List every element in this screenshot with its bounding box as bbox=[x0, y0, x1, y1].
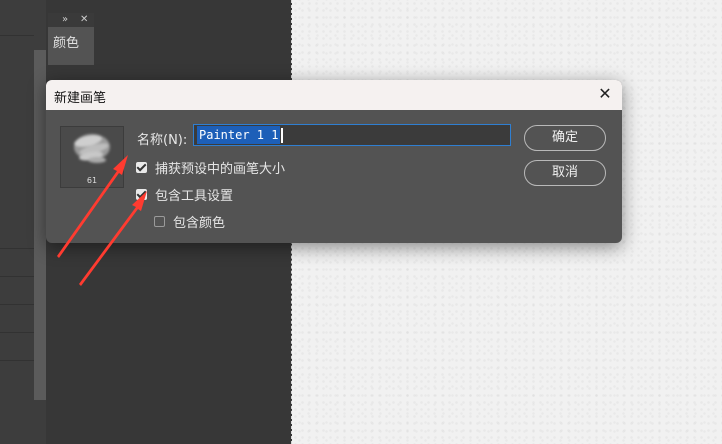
name-label: 名称(N): bbox=[137, 133, 188, 148]
option-label: 捕获预设中的画笔大小 bbox=[155, 162, 286, 177]
brush-name-input[interactable]: Painter 1 1 bbox=[193, 124, 511, 146]
panel-divider bbox=[0, 332, 34, 333]
option-label: 包含工具设置 bbox=[155, 189, 234, 204]
dialog-titlebar[interactable]: 新建画笔 ✕ bbox=[46, 80, 622, 110]
checkbox-include-color[interactable] bbox=[154, 216, 165, 227]
color-panel-label[interactable]: 颜色 bbox=[48, 27, 94, 56]
panel-divider bbox=[0, 35, 34, 36]
text-caret bbox=[281, 128, 284, 143]
option-capture-size[interactable]: 捕获预设中的画笔大小 bbox=[136, 158, 285, 177]
panel-divider bbox=[0, 248, 34, 249]
dialog-title: 新建画笔 bbox=[54, 91, 107, 106]
brush-size-label: 61 bbox=[86, 176, 98, 185]
checkbox-include-tool-settings[interactable] bbox=[136, 189, 147, 200]
panel-divider bbox=[0, 304, 34, 305]
brush-stroke-icon bbox=[74, 134, 110, 163]
panel-divider bbox=[0, 360, 34, 361]
color-panel[interactable]: » ✕ 颜色 bbox=[48, 13, 94, 65]
close-icon[interactable]: ✕ bbox=[80, 13, 88, 27]
new-brush-dialog: 新建画笔 ✕ 61 名称(N): Painter 1 1 捕获预设中的画笔大小 … bbox=[46, 80, 622, 243]
ok-button[interactable]: 确定 bbox=[524, 125, 606, 151]
option-include-tool-settings[interactable]: 包含工具设置 bbox=[136, 185, 233, 204]
checkbox-capture-size[interactable] bbox=[136, 162, 147, 173]
left-panel-scrollbar[interactable] bbox=[34, 50, 46, 400]
selected-text: Painter 1 1 bbox=[197, 126, 281, 144]
close-icon[interactable]: ✕ bbox=[596, 85, 614, 103]
option-include-color[interactable]: 包含颜色 bbox=[154, 212, 225, 231]
color-panel-header: » ✕ bbox=[48, 13, 94, 27]
panel-divider bbox=[0, 276, 34, 277]
left-panel bbox=[0, 0, 46, 444]
cancel-button[interactable]: 取消 bbox=[524, 160, 606, 186]
brush-thumbnail: 61 bbox=[60, 126, 124, 188]
option-label: 包含颜色 bbox=[173, 216, 226, 231]
double-chevron-icon[interactable]: » bbox=[62, 13, 68, 27]
